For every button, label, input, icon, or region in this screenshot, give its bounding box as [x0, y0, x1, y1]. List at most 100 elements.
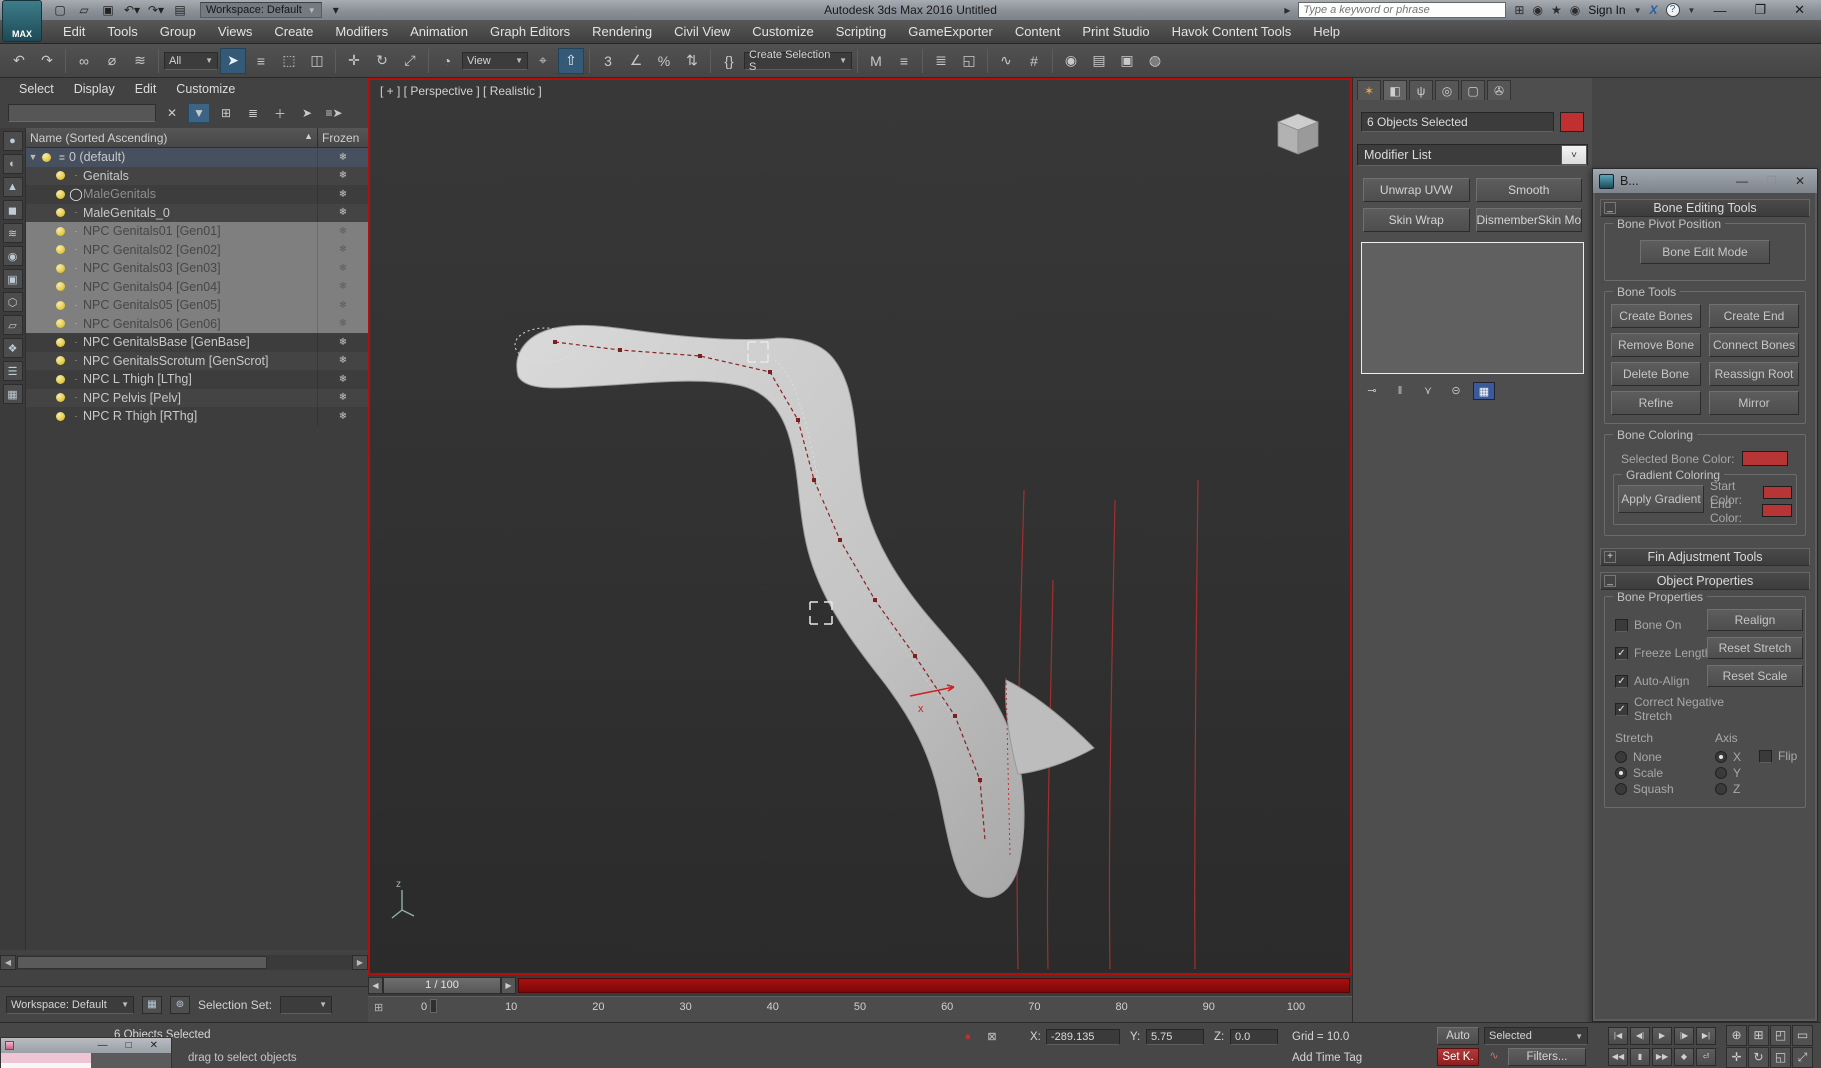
object-color-swatch[interactable]: [1560, 112, 1584, 132]
playback-icon-4[interactable]: ▶|: [1696, 1027, 1716, 1045]
curve-editor-icon[interactable]: ∿: [993, 48, 1019, 74]
modifier-list-dropdown[interactable]: Modifier List ˅: [1357, 144, 1588, 166]
playback-icon2-2[interactable]: ▶▶: [1652, 1048, 1672, 1066]
select-object-icon[interactable]: ➤: [220, 48, 246, 74]
nav-icon-0[interactable]: ⊕: [1726, 1025, 1747, 1046]
table-row[interactable]: ·NPC Genitals02 [Gen02]❄: [26, 241, 368, 260]
playback-icon-2[interactable]: ▶: [1652, 1027, 1672, 1045]
explorer-filter-icon-4[interactable]: ≋: [3, 223, 23, 243]
dialog-close-button[interactable]: ✕: [1789, 174, 1811, 188]
create-end-button[interactable]: Create End: [1709, 304, 1799, 328]
snap-3d-icon[interactable]: 3: [595, 48, 621, 74]
workspace-dropdown-bottom[interactable]: Workspace: Default▼: [6, 996, 134, 1014]
frozen-toggle-icon[interactable]: ❄: [318, 300, 368, 311]
flip-checkbox[interactable]: Flip: [1759, 745, 1797, 767]
menu-modifiers[interactable]: Modifiers: [324, 21, 399, 42]
mirror-button[interactable]: Mirror: [1709, 391, 1799, 415]
explorer-filter-icon-3[interactable]: ◼: [3, 200, 23, 220]
explorer-menu-edit[interactable]: Edit: [126, 80, 166, 98]
table-row[interactable]: ·NPC L Thigh [LThg]❄: [26, 370, 368, 389]
menu-graph-editors[interactable]: Graph Editors: [479, 21, 581, 42]
layer-manager-icon[interactable]: ≣: [928, 48, 954, 74]
window-crossing-icon[interactable]: ◫: [304, 48, 330, 74]
tab-hierarchy[interactable]: ψ: [1409, 80, 1433, 100]
scroll-right-icon[interactable]: ▶: [352, 955, 368, 970]
scale-radio[interactable]: Scale: [1615, 765, 1674, 781]
favorites-star-icon[interactable]: ★: [1551, 3, 1562, 17]
explorer-filter-icon-9[interactable]: ❖: [3, 338, 23, 358]
nav-icon-2[interactable]: ◰: [1770, 1025, 1791, 1046]
table-row[interactable]: ·NPC GenitalsBase [GenBase]❄: [26, 333, 368, 352]
frozen-toggle-icon[interactable]: ❄: [318, 355, 368, 366]
maxscript-mini-window[interactable]: — □ ✕: [0, 1037, 172, 1068]
bone-edit-mode-button[interactable]: Bone Edit Mode: [1640, 240, 1770, 264]
stack-tool-icon-0[interactable]: ⊸: [1361, 382, 1383, 400]
rect-region-icon[interactable]: ⬚: [276, 48, 302, 74]
align-icon[interactable]: ≡: [891, 48, 917, 74]
explorer-filter-icon-1[interactable]: ◐: [3, 154, 23, 174]
mini-close-button[interactable]: ✕: [141, 1040, 167, 1051]
reset-scale-button[interactable]: Reset Scale: [1707, 665, 1803, 687]
key-filters-button[interactable]: Filters...: [1508, 1048, 1586, 1066]
schematic-view-icon[interactable]: #: [1021, 48, 1047, 74]
realign-button[interactable]: Realign: [1707, 609, 1803, 631]
set-key-button[interactable]: Set K.: [1437, 1048, 1479, 1066]
bind-spacewarp-icon[interactable]: ≋: [127, 48, 153, 74]
frozen-toggle-icon[interactable]: ❄: [318, 281, 368, 292]
y-radio[interactable]: Y: [1715, 765, 1741, 781]
frozen-toggle-icon[interactable]: ❄: [318, 318, 368, 329]
explorer-filter-icon-0[interactable]: ●: [3, 131, 23, 151]
close-button[interactable]: ✕: [1784, 2, 1815, 18]
selection-lock-icon[interactable]: ⊠: [982, 1029, 1002, 1047]
auto-key-button[interactable]: Auto: [1437, 1027, 1479, 1045]
chevron-down-icon[interactable]: ˅: [1561, 145, 1587, 165]
select-scale-icon[interactable]: ⤢: [397, 48, 423, 74]
frozen-toggle-icon[interactable]: ❄: [318, 244, 368, 255]
explorer-column-headers[interactable]: Name (Sorted Ascending)▲ Frozen: [26, 128, 368, 148]
selection-filter-dropdown[interactable]: All▼: [164, 52, 218, 70]
selection-set-key-dropdown[interactable]: Selected▼: [1484, 1027, 1588, 1045]
menu-civil-view[interactable]: Civil View: [663, 21, 741, 42]
select-rotate-icon[interactable]: ↻: [369, 48, 395, 74]
squash-radio[interactable]: Squash: [1615, 781, 1674, 797]
explorer-menu-select[interactable]: Select: [10, 80, 63, 98]
modifier-button-1[interactable]: Smooth: [1476, 178, 1583, 202]
menu-customize[interactable]: Customize: [741, 21, 824, 42]
tab-utilities[interactable]: ✇: [1487, 80, 1511, 100]
coord-x-field[interactable]: -289.135: [1046, 1029, 1120, 1045]
visibility-bulb-icon[interactable]: [56, 245, 65, 254]
tab-motion[interactable]: ◎: [1435, 80, 1459, 100]
menu-content[interactable]: Content: [1004, 21, 1072, 42]
visibility-bulb-icon[interactable]: [56, 301, 65, 310]
reset-stretch-button[interactable]: Reset Stretch: [1707, 637, 1803, 659]
select-by-name-icon[interactable]: ≡: [248, 48, 274, 74]
mini-restore-button[interactable]: □: [117, 1040, 141, 1051]
frozen-toggle-icon[interactable]: ❄: [318, 189, 368, 200]
visibility-bulb-icon[interactable]: [56, 208, 65, 217]
mini-minimize-button[interactable]: —: [89, 1040, 117, 1051]
frozen-toggle-icon[interactable]: ❄: [318, 170, 368, 181]
remove-bone-button[interactable]: Remove Bone: [1611, 333, 1701, 357]
playback-icon2-4[interactable]: ⏎: [1696, 1048, 1716, 1066]
redo-icon[interactable]: ↷: [34, 48, 60, 74]
use-pivot-icon[interactable]: ⌖: [530, 48, 556, 74]
visibility-bulb-icon[interactable]: [56, 282, 65, 291]
stack-tool-icon-1[interactable]: ‖: [1389, 382, 1411, 400]
selected-bone-color-swatch[interactable]: [1742, 451, 1788, 466]
scene-explorer-toggle-icon[interactable]: ▦: [142, 996, 162, 1014]
clear-search-icon[interactable]: ✕: [161, 103, 183, 123]
playback-icon-1[interactable]: ◀|: [1630, 1027, 1650, 1045]
exchange-icon[interactable]: X: [1650, 3, 1658, 17]
rollout-fin-adjustment-tools[interactable]: + Fin Adjustment Tools: [1600, 548, 1810, 566]
explorer-filter-icon-8[interactable]: ▱: [3, 315, 23, 335]
playback-icon2-0[interactable]: ◀◀: [1608, 1048, 1628, 1066]
tab-display[interactable]: ▢: [1461, 80, 1485, 100]
none-radio[interactable]: None: [1615, 749, 1674, 765]
modifier-button-2[interactable]: Skin Wrap: [1363, 208, 1470, 232]
time-slider-handle[interactable]: 1 / 100: [383, 977, 501, 994]
help-icon[interactable]: ?: [1666, 3, 1680, 17]
frozen-toggle-icon[interactable]: ❄: [318, 263, 368, 274]
visibility-bulb-icon[interactable]: [56, 264, 65, 273]
visibility-bulb-icon[interactable]: [56, 338, 65, 347]
visibility-bulb-icon[interactable]: [42, 153, 51, 162]
